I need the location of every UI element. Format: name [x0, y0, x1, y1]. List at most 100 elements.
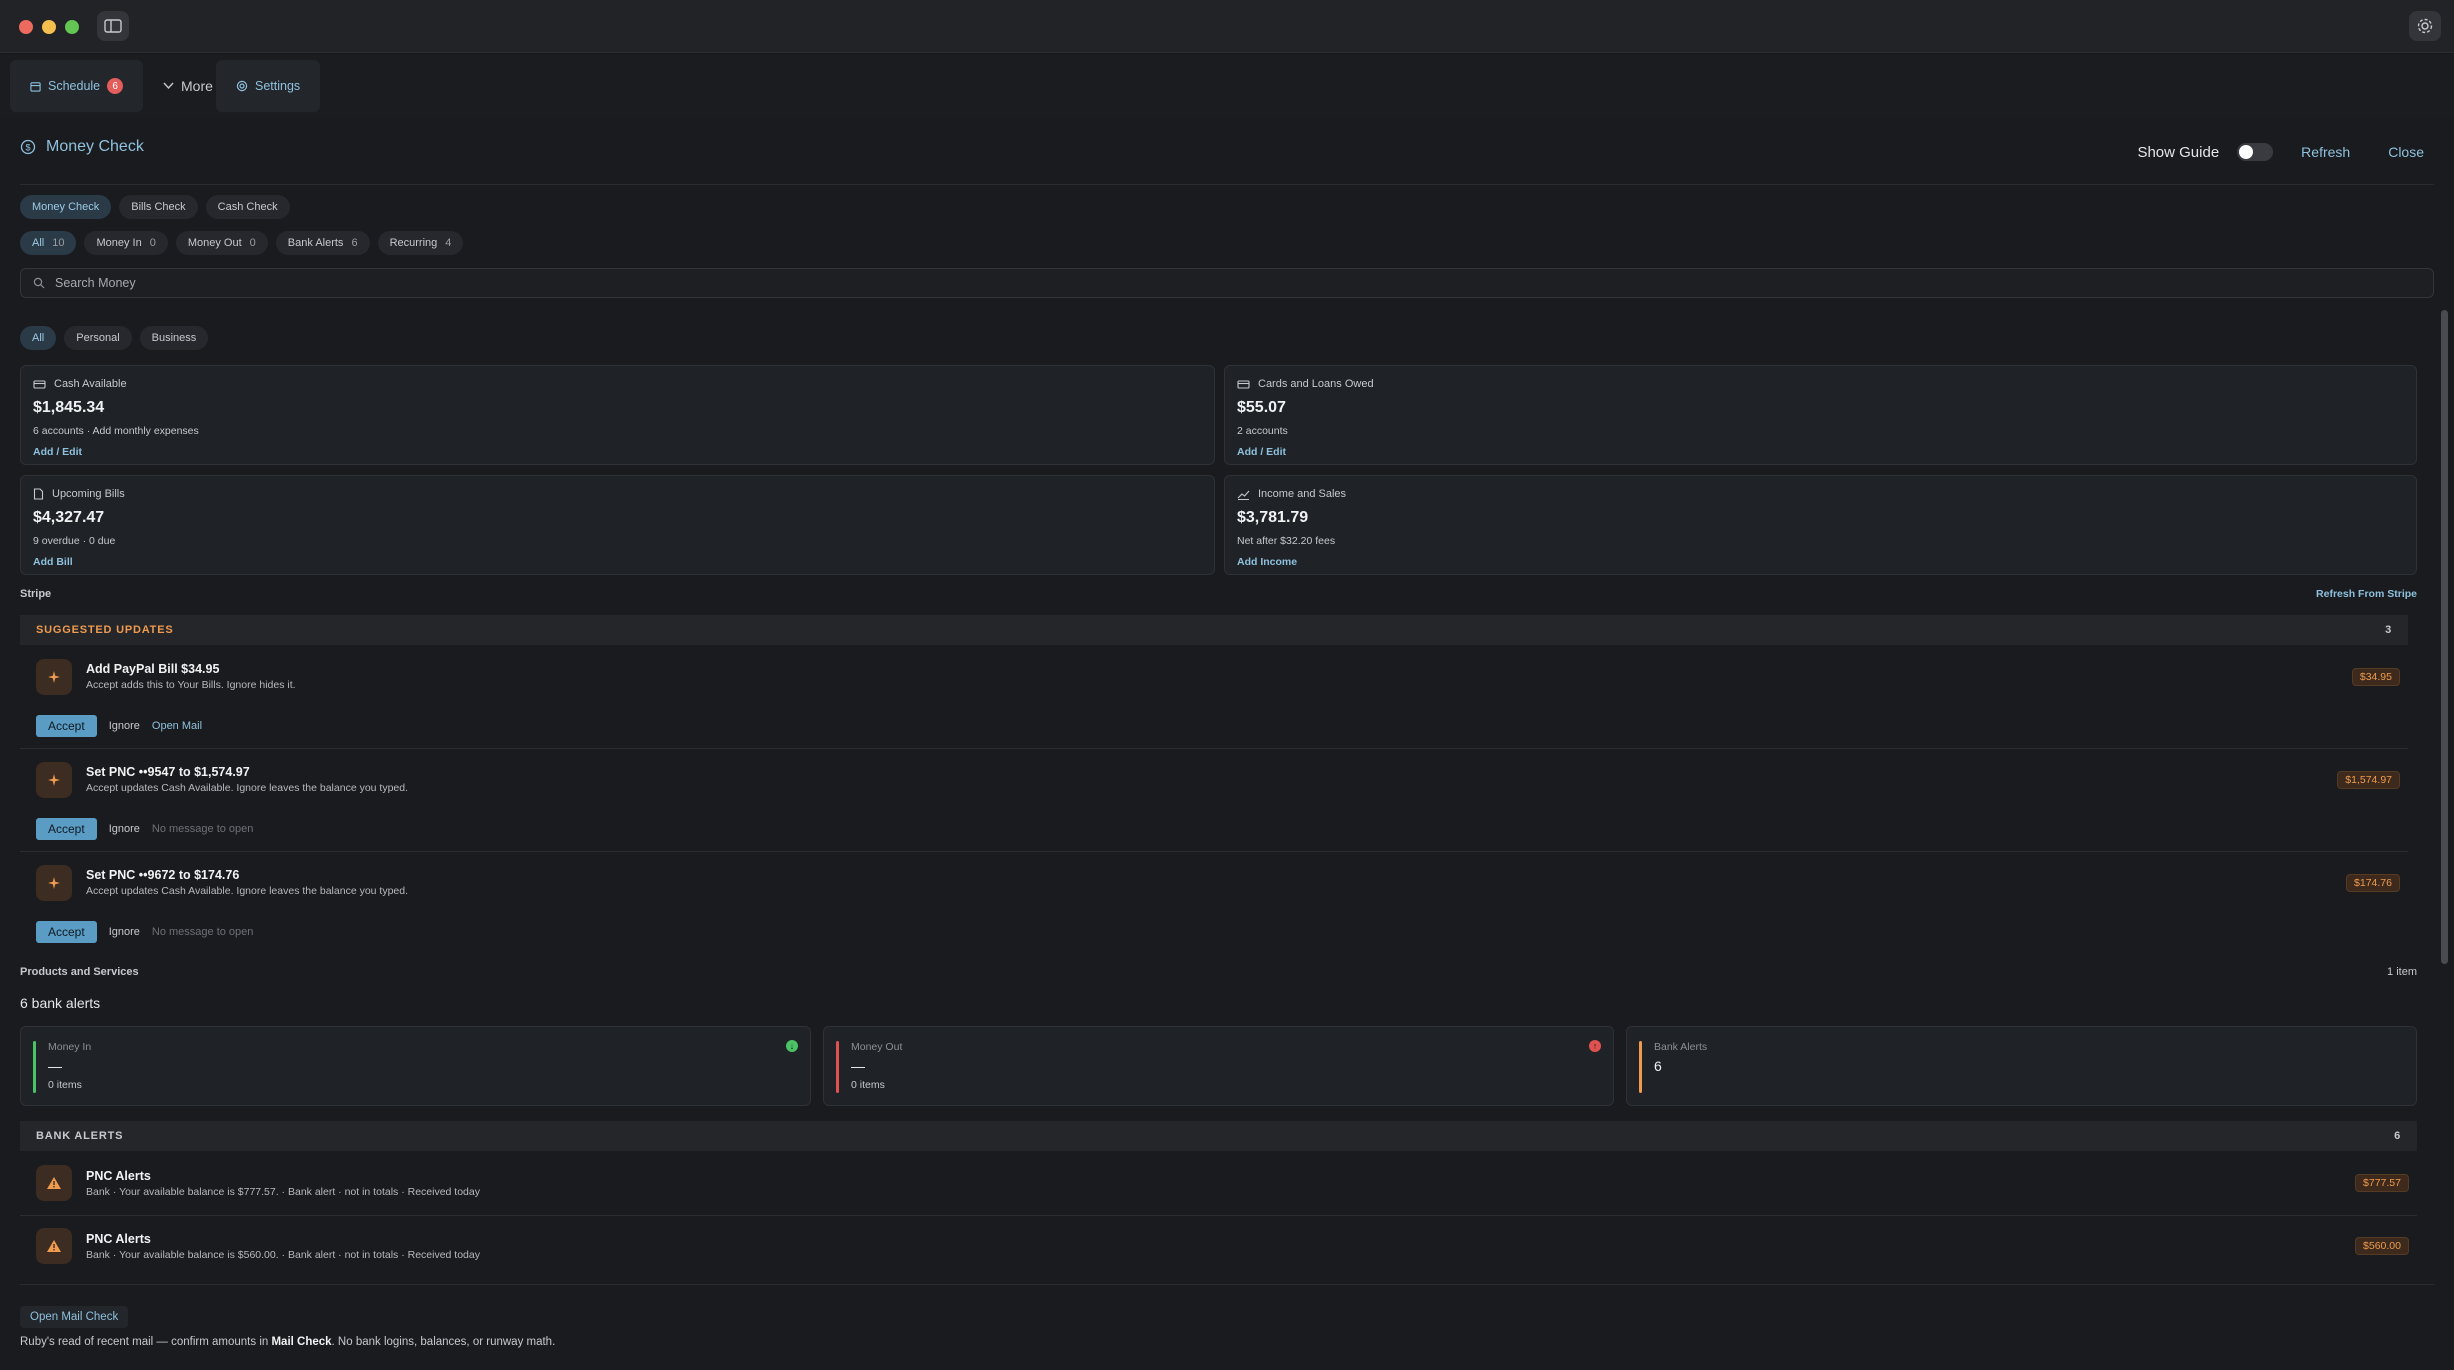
schedule-count-badge: 6 — [107, 78, 124, 94]
page-title-text: Money Check — [46, 138, 144, 155]
products-services-count: 1 item — [2387, 966, 2417, 978]
tab-settings[interactable]: Settings — [216, 60, 321, 112]
footer-divider — [20, 1284, 2434, 1285]
tab-schedule[interactable]: Schedule 6 — [10, 60, 144, 112]
sparkle-icon — [36, 762, 72, 798]
filter-bank-alerts-label: Bank Alerts — [287, 237, 344, 249]
no-message-text: No message to open — [151, 926, 254, 938]
filter-money-out-count: 0 — [249, 237, 256, 249]
suggestion-description: Accept updates Cash Available. Ignore le… — [86, 885, 409, 897]
add-edit-cash-link[interactable]: Add / Edit — [33, 446, 1202, 458]
suggestion-item: Set PNC ••9672 to $174.76 Accept updates… — [20, 852, 2408, 954]
scope-all[interactable]: All — [20, 326, 57, 350]
bank-alert-item[interactable]: PNC Alerts Bank · Your available balance… — [20, 1152, 2417, 1214]
products-services-label: Products and Services — [20, 966, 139, 978]
accept-button[interactable]: Accept — [36, 715, 97, 737]
wallet-icon — [33, 379, 46, 389]
refresh-from-stripe-link[interactable]: Refresh From Stripe — [2316, 588, 2417, 600]
card-subtitle: 6 accounts · Add monthly expenses — [33, 425, 199, 437]
accept-button[interactable]: Accept — [36, 921, 97, 943]
tab-money-check[interactable]: Money Check — [20, 195, 112, 219]
filter-all-count: 10 — [52, 237, 65, 249]
stat-value: — — [851, 1058, 865, 1074]
filter-recurring-label: Recurring — [389, 237, 438, 249]
stat-label: Money Out — [851, 1041, 903, 1053]
ignore-button[interactable]: Ignore — [109, 926, 140, 938]
page-title: $ Money Check — [20, 138, 144, 156]
warning-icon — [36, 1165, 72, 1201]
bank-alerts-indicator — [1639, 1041, 1642, 1093]
stat-subtitle: 0 items — [48, 1079, 82, 1091]
header-actions: Show Guide Refresh Close — [2137, 140, 2434, 164]
filter-bank-alerts[interactable]: Bank Alerts 6 — [275, 231, 370, 255]
bank-alerts-stat[interactable]: Bank Alerts 6 — [1626, 1026, 2417, 1106]
add-bill-link[interactable]: Add Bill — [33, 556, 1202, 568]
money-in-stat[interactable]: Money In — 0 items ↓ — [20, 1026, 811, 1106]
open-mail-check-button[interactable]: Open Mail Check — [20, 1306, 129, 1328]
tab-bills-check[interactable]: Bills Check — [119, 195, 198, 219]
no-message-text: No message to open — [151, 823, 254, 835]
accept-button[interactable]: Accept — [36, 818, 97, 840]
minimize-window-button[interactable] — [42, 20, 56, 34]
card-value: $3,781.79 — [1237, 509, 1309, 526]
scope-business[interactable]: Business — [139, 326, 209, 350]
suggestion-actions: Accept Ignore No message to open — [36, 818, 253, 840]
suggestion-title: Set PNC ••9547 to $1,574.97 — [86, 765, 250, 779]
suggestion-amount: $174.76 — [2346, 874, 2400, 892]
filter-pills: All 10 Money In 0 Money Out 0 Bank Alerts 6 … — [20, 231, 464, 255]
zoom-window-button[interactable] — [65, 20, 79, 34]
footer-note-end: . No bank logins, balances, or runway ma… — [331, 1336, 556, 1348]
ignore-button[interactable]: Ignore — [109, 823, 140, 835]
tab-cash-check[interactable]: Cash Check — [205, 195, 290, 219]
money-check-panel: $ Money Check Show Guide Refresh Close M… — [0, 118, 2454, 1370]
arrow-up-icon: ↑ — [1589, 1040, 1601, 1052]
filter-money-in[interactable]: Money In 0 — [84, 231, 168, 255]
window-titlebar — [0, 0, 2454, 53]
open-mail-link[interactable]: Open Mail — [152, 720, 202, 732]
scrollbar[interactable] — [2441, 310, 2448, 964]
bank-alert-item[interactable]: PNC Alerts Bank · Your available balance… — [20, 1215, 2417, 1277]
close-window-button[interactable] — [19, 20, 33, 34]
close-button[interactable]: Close — [2378, 140, 2434, 164]
filter-money-out[interactable]: Money Out 0 — [175, 231, 268, 255]
suggestion-amount: $34.95 — [2351, 668, 2400, 686]
filter-recurring[interactable]: Recurring 4 — [377, 231, 464, 255]
suggestion-title: Add PayPal Bill $34.95 — [86, 662, 220, 676]
money-in-indicator — [33, 1041, 36, 1093]
filter-all[interactable]: All 10 — [20, 231, 77, 255]
money-out-stat[interactable]: Money Out — 0 items ↑ — [823, 1026, 1614, 1106]
show-guide-label: Show Guide — [2137, 143, 2220, 161]
nav-bar: Schedule 6 More Settings — [0, 54, 2454, 118]
suggestion-item: Set PNC ••9547 to $1,574.97 Accept updat… — [20, 749, 2408, 851]
ignore-button[interactable]: Ignore — [109, 720, 140, 732]
card-value: $4,327.47 — [33, 509, 105, 526]
card-value: $1,845.34 — [33, 399, 105, 416]
search-input[interactable]: Search Money — [20, 268, 2434, 298]
sidebar-toggle-button[interactable] — [97, 11, 129, 41]
refresh-button[interactable]: Refresh — [2291, 140, 2360, 164]
stripe-section-label: Stripe — [20, 588, 52, 600]
tab-settings-label: Settings — [255, 79, 301, 93]
gear-icon — [2417, 18, 2433, 34]
filter-all-label: All — [32, 237, 45, 249]
stat-label: Bank Alerts — [1654, 1041, 1708, 1053]
filter-bank-alerts-count: 6 — [351, 237, 358, 249]
bank-alerts-summary: 6 bank alerts — [20, 995, 101, 1011]
cards-loans-card: Cards and Loans Owed $55.07 2 accounts A… — [1224, 365, 2417, 465]
scope-personal[interactable]: Personal — [64, 326, 132, 350]
suggestion-title: Set PNC ••9672 to $174.76 — [86, 868, 240, 882]
chevron-down-icon — [163, 82, 174, 90]
card-subtitle: Net after $32.20 fees — [1237, 535, 1336, 547]
warning-icon — [36, 1228, 72, 1264]
sparkle-icon — [36, 865, 72, 901]
suggestion-item: Add PayPal Bill $34.95 Accept adds this … — [20, 646, 2408, 748]
add-income-link[interactable]: Add Income — [1237, 556, 2404, 568]
app-settings-button[interactable] — [2409, 11, 2441, 41]
card-title: Cash Available — [54, 378, 127, 390]
scope-pills: All Personal Business — [20, 326, 209, 350]
show-guide-toggle[interactable] — [2237, 143, 2274, 161]
add-edit-cards-link[interactable]: Add / Edit — [1237, 446, 2404, 458]
alert-amount: $777.57 — [2355, 1174, 2409, 1192]
suggested-updates-count: 3 — [2385, 624, 2392, 636]
arrow-down-icon: ↓ — [786, 1040, 798, 1052]
